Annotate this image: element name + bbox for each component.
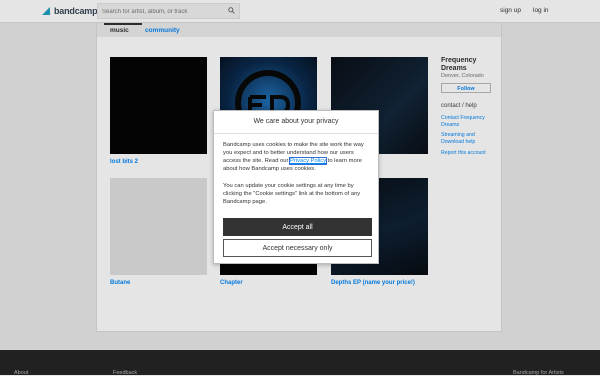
cookie-consent-dialog: We care about your privacy Bandcamp uses… bbox=[213, 110, 379, 264]
accept-necessary-button[interactable]: Accept necessary only bbox=[223, 239, 372, 257]
dialog-title: We care about your privacy bbox=[214, 111, 378, 134]
privacy-policy-link[interactable]: Privacy Policy bbox=[289, 157, 328, 165]
cookie-info-text: Bandcamp uses cookies to make the site w… bbox=[223, 141, 373, 173]
cookie-settings-text: You can update your cookie settings at a… bbox=[223, 183, 361, 205]
accept-all-button[interactable]: Accept all bbox=[223, 218, 372, 236]
